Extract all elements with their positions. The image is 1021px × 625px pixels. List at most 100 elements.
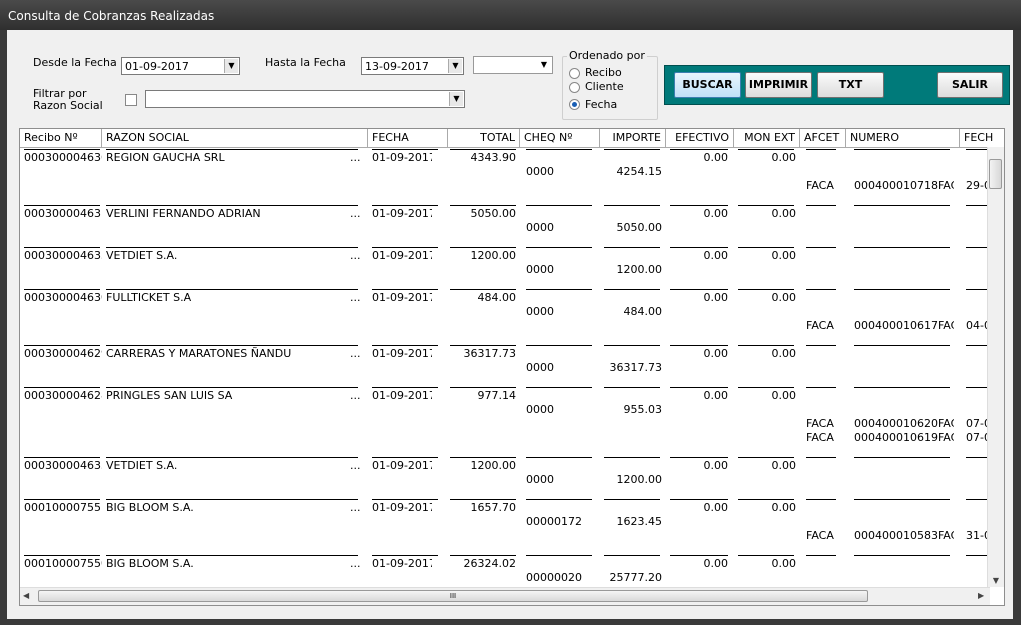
chevron-down-icon[interactable]: ▼ xyxy=(448,59,462,73)
col-fecha[interactable]: FECHA xyxy=(368,129,448,147)
row-separator xyxy=(450,457,516,458)
row-separator xyxy=(806,555,836,556)
hasta-label: Hasta la Fecha xyxy=(265,56,346,69)
horizontal-scroll-thumb[interactable]: III xyxy=(38,590,868,602)
col-mon-ext[interactable]: MON EXT xyxy=(734,129,800,147)
row-separator xyxy=(854,149,950,150)
ellipsis-icon[interactable]: ... xyxy=(350,557,361,570)
fecha-cell: 01-09-2017 xyxy=(372,347,432,360)
row-separator xyxy=(106,289,358,290)
table-row[interactable]: 000300004630 FULLTICKET S.A... 01-09-2017 4… xyxy=(20,289,1004,345)
horizontal-scrollbar[interactable]: ◀ III ▶ xyxy=(20,587,990,605)
scroll-left-icon[interactable]: ◀ xyxy=(23,591,29,600)
cheq-cell: 00000172 xyxy=(526,515,582,528)
radio-fecha[interactable] xyxy=(569,99,580,110)
efectivo-cell: 0.00 xyxy=(703,557,729,570)
importe-cell: 1200.00 xyxy=(616,263,663,276)
efectivo-cell: 0.00 xyxy=(703,501,729,514)
row-separator xyxy=(604,345,660,346)
vertical-scrollbar[interactable]: ▼ xyxy=(987,147,1004,587)
row-separator xyxy=(854,499,950,500)
fecha-cell: 01-09-2017 xyxy=(372,389,432,402)
row-separator xyxy=(854,555,950,556)
fecha-cell: 01-09-2017 xyxy=(372,459,432,472)
row-separator xyxy=(604,149,660,150)
window-client-area: Desde la Fecha 01-09-2017 ▼ Hasta la Fec… xyxy=(7,30,1013,619)
importe-cell: 955.03 xyxy=(623,403,663,416)
ellipsis-icon[interactable]: ... xyxy=(350,347,361,360)
hasta-date-field[interactable]: 13-09-2017 ▼ xyxy=(361,57,464,75)
total-cell: 4343.90 xyxy=(470,151,517,164)
row-separator xyxy=(806,149,836,150)
row-separator xyxy=(738,247,794,248)
ellipsis-icon[interactable]: ... xyxy=(350,501,361,514)
cheq-cell: 0000 xyxy=(526,221,554,234)
row-separator xyxy=(670,205,728,206)
col-total[interactable]: TOTAL xyxy=(448,129,520,147)
efectivo-cell: 0.00 xyxy=(703,291,729,304)
cheq-cell: 0000 xyxy=(526,403,554,416)
cobranzas-table[interactable]: Recibo Nº RAZON SOCIAL FECHA TOTAL CHEQ … xyxy=(19,128,1005,606)
row-separator xyxy=(738,149,794,150)
ellipsis-icon[interactable]: ... xyxy=(350,207,361,220)
chevron-down-icon[interactable]: ▼ xyxy=(449,92,463,106)
row-separator xyxy=(372,387,438,388)
numero-cell: 000400010718FACA xyxy=(854,179,954,192)
table-row[interactable]: 000100007551 BIG BLOOM S.A.... 01-09-2017 1… xyxy=(20,499,1004,555)
table-row[interactable]: 000300004635 VETDIET S.A.... 01-09-2017 120… xyxy=(20,457,1004,499)
ellipsis-icon[interactable]: ... xyxy=(350,151,361,164)
row-separator xyxy=(450,555,516,556)
scroll-down-icon[interactable]: ▼ xyxy=(988,576,1004,585)
total-cell: 26324.02 xyxy=(463,557,517,570)
recibo-cell: 000300004636 xyxy=(24,151,102,164)
ellipsis-icon[interactable]: ... xyxy=(350,389,361,402)
razon-social-cell: FULLTICKET S.A xyxy=(106,291,192,304)
radio-cliente[interactable] xyxy=(569,82,580,93)
table-row[interactable]: 000300004631 VERLINI FERNANDO ADRIAN... 01… xyxy=(20,205,1004,247)
col-fech[interactable]: FECH xyxy=(960,129,1004,147)
recibo-cell: 000300004629 xyxy=(24,347,102,360)
buscar-button[interactable]: BUSCAR xyxy=(674,72,741,98)
desde-date-value: 01-09-2017 xyxy=(125,60,189,73)
radio-fecha-label: Fecha xyxy=(585,98,618,111)
extra-dropdown[interactable]: ▼ xyxy=(473,56,553,74)
afcet-cell: FACA xyxy=(806,179,834,192)
table-row[interactable]: 000300004635 VETDIET S.A.... 01-09-2017 120… xyxy=(20,247,1004,289)
ellipsis-icon[interactable]: ... xyxy=(350,459,361,472)
radio-recibo[interactable] xyxy=(569,68,580,79)
ellipsis-icon[interactable]: ... xyxy=(350,249,361,262)
col-numero[interactable]: NUMERO xyxy=(846,129,960,147)
desde-date-field[interactable]: 01-09-2017 ▼ xyxy=(121,57,240,75)
razon-social-dropdown[interactable]: ▼ xyxy=(145,90,465,108)
chevron-down-icon[interactable]: ▼ xyxy=(224,59,238,73)
row-separator xyxy=(24,555,100,556)
table-row[interactable]: 000300004636 REGION GAUCHA SRL... 01-09-20… xyxy=(20,149,1004,205)
vertical-scroll-thumb[interactable] xyxy=(989,159,1002,189)
scroll-right-icon[interactable]: ▶ xyxy=(978,591,984,600)
row-separator xyxy=(106,247,358,248)
chevron-down-icon[interactable]: ▼ xyxy=(537,58,551,72)
col-efectivo[interactable]: EFECTIVO xyxy=(666,129,734,147)
row-separator xyxy=(526,345,592,346)
imprimir-button[interactable]: IMPRIMIR xyxy=(745,72,812,98)
title-bar: Consulta de Cobranzas Realizadas xyxy=(0,0,1021,30)
col-importe[interactable]: IMPORTE xyxy=(600,129,666,147)
row-separator xyxy=(854,457,950,458)
row-separator xyxy=(106,149,358,150)
col-razon-social[interactable]: RAZON SOCIAL xyxy=(102,129,368,147)
filtrar-razon-checkbox[interactable] xyxy=(125,94,137,106)
salir-button[interactable]: SALIR xyxy=(937,72,1003,98)
total-cell: 1657.70 xyxy=(470,501,517,514)
table-row[interactable]: 000300004628 PRINGLES SAN LUIS SA... 01-09… xyxy=(20,387,1004,457)
table-row[interactable]: 000300004629 CARRERAS Y MARATONES ÑANDU..… xyxy=(20,345,1004,387)
col-afcet[interactable]: AFCET xyxy=(800,129,846,147)
row-separator xyxy=(526,499,592,500)
ellipsis-icon[interactable]: ... xyxy=(350,291,361,304)
afcet-cell: FACA xyxy=(806,431,834,444)
col-recibo[interactable]: Recibo Nº xyxy=(20,129,102,147)
window-title: Consulta de Cobranzas Realizadas xyxy=(8,9,215,23)
razon-social-cell: VERLINI FERNANDO ADRIAN xyxy=(106,207,261,220)
col-cheq[interactable]: CHEQ Nº xyxy=(520,129,600,147)
row-separator xyxy=(24,499,100,500)
txt-button[interactable]: TXT xyxy=(817,72,884,98)
